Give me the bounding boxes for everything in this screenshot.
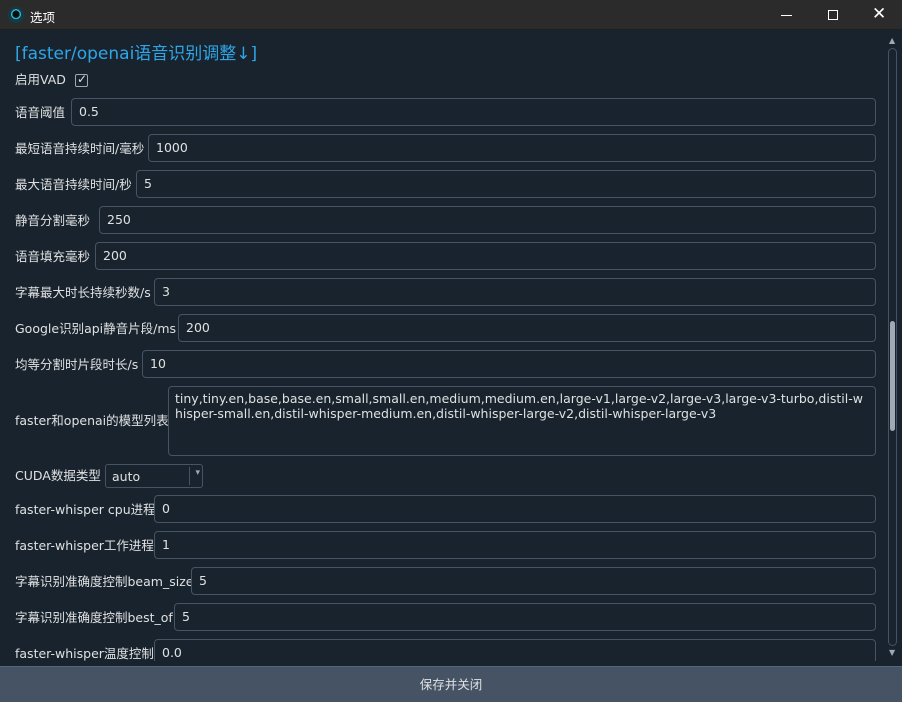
- silence-split-input[interactable]: 250: [99, 206, 876, 234]
- silence-split-label: 静音分割毫秒: [15, 213, 91, 228]
- fw-workers-label: faster-whisper工作进程: [15, 538, 154, 553]
- title-bar: 选项 ✕: [0, 0, 902, 30]
- subtitle-max-duration-input[interactable]: 3: [154, 278, 876, 306]
- minimize-button[interactable]: [764, 0, 810, 30]
- close-icon: ✕: [872, 4, 887, 24]
- min-speech-duration-input[interactable]: 1000: [148, 134, 876, 162]
- chevron-down-icon: ▾: [195, 468, 200, 478]
- settings-scroll-area: [faster/openai语音识别调整↓] 启用VAD ✓ 语音阈值 0.5 …: [0, 31, 886, 661]
- google-silence-label: Google识别api静音片段/ms: [15, 321, 177, 336]
- beam-size-input[interactable]: 5: [191, 567, 876, 595]
- best-of-input[interactable]: 5: [174, 603, 876, 631]
- minimize-icon: [781, 15, 792, 16]
- maximize-icon: [828, 10, 838, 20]
- best-of-label: 字幕识别准确度控制best_of: [15, 610, 173, 625]
- fw-workers-input[interactable]: 1: [154, 531, 876, 559]
- cuda-type-select[interactable]: auto ▾: [105, 464, 203, 488]
- scroll-down-icon[interactable]: ▼: [889, 648, 895, 657]
- max-speech-duration-input[interactable]: 5: [136, 170, 876, 198]
- fw-cpu-workers-input[interactable]: 0: [154, 495, 876, 523]
- temperature-input[interactable]: 0.0: [154, 639, 876, 661]
- speech-pad-input[interactable]: 200: [95, 242, 876, 270]
- scrollbar-thumb[interactable]: [890, 321, 895, 431]
- beam-size-label: 字幕识别准确度控制beam_size: [15, 574, 194, 589]
- close-button[interactable]: ✕: [856, 0, 902, 30]
- maximize-button[interactable]: [810, 0, 856, 30]
- model-list-textarea[interactable]: tiny,tiny.en,base,base.en,small,small.en…: [168, 386, 876, 456]
- cuda-type-label: CUDA数据类型: [15, 468, 101, 483]
- model-list-label: faster和openai的模型列表: [15, 413, 169, 428]
- scroll-up-icon[interactable]: ▲: [889, 36, 895, 45]
- save-and-close-button[interactable]: 保存并关闭: [0, 667, 902, 702]
- temperature-label: faster-whisper温度控制: [15, 646, 154, 661]
- fw-cpu-workers-label: faster-whisper cpu进程: [15, 502, 156, 517]
- checkmark-icon: ✓: [77, 72, 88, 86]
- google-silence-input[interactable]: 200: [178, 314, 876, 342]
- subtitle-max-duration-label: 字幕最大时长持续秒数/s: [15, 285, 151, 300]
- min-speech-duration-label: 最短语音持续时间/毫秒: [15, 141, 145, 156]
- window-title: 选项: [30, 10, 56, 25]
- vertical-scrollbar[interactable]: ▲ ▼: [886, 36, 900, 660]
- footer-bar: 保存并关闭: [0, 666, 902, 702]
- speech-threshold-label: 语音阈值: [15, 105, 66, 120]
- section-title: [faster/openai语音识别调整↓]: [15, 44, 258, 64]
- speech-threshold-input[interactable]: 0.5: [71, 98, 876, 126]
- vad-checkbox[interactable]: ✓: [75, 72, 88, 87]
- combo-separator: [189, 467, 190, 485]
- equal-split-label: 均等分割时片段时长/s: [15, 357, 139, 372]
- cuda-type-value: auto: [112, 469, 141, 484]
- vad-label: 启用VAD: [15, 72, 66, 87]
- equal-split-input[interactable]: 10: [142, 350, 876, 378]
- app-logo-icon: [8, 7, 24, 23]
- scrollbar-track[interactable]: [888, 48, 897, 646]
- max-speech-duration-label: 最大语音持续时间/秒: [15, 177, 132, 192]
- speech-pad-label: 语音填充毫秒: [15, 249, 91, 264]
